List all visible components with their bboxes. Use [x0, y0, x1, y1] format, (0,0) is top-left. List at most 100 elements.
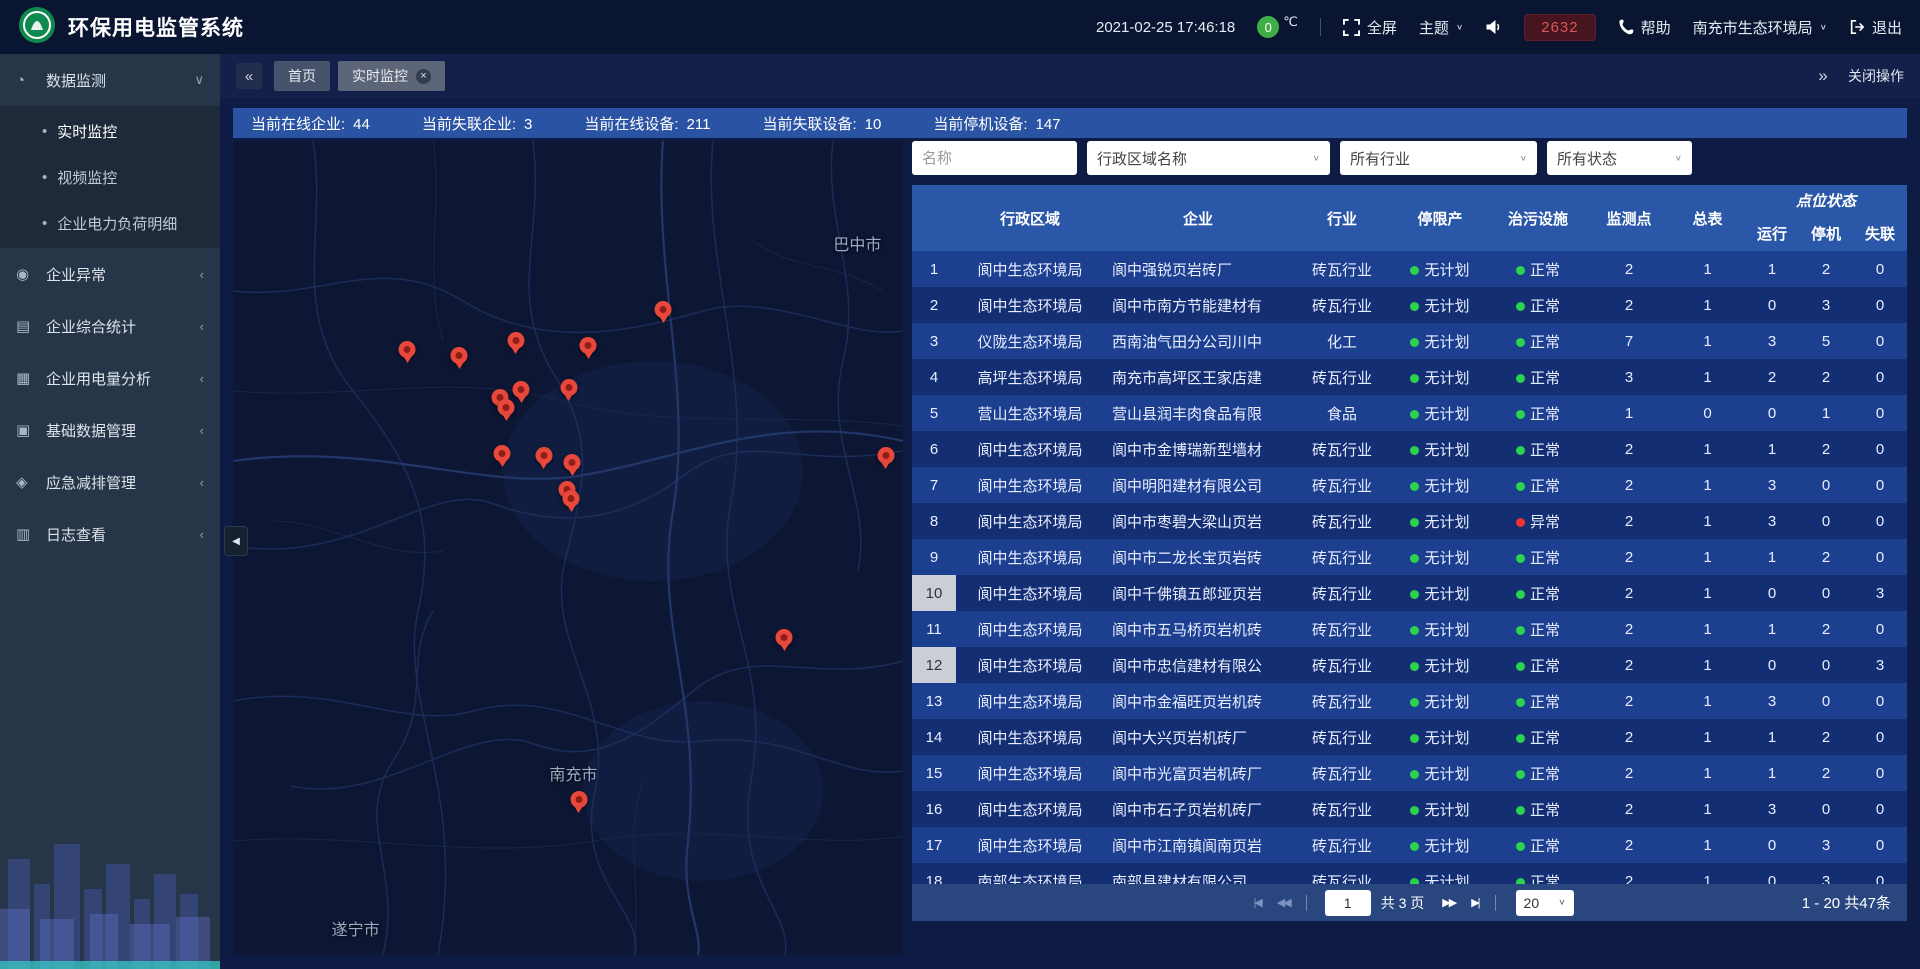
- map-pin[interactable]: [535, 447, 552, 464]
- table-row[interactable]: 14阆中生态环境局阆中大兴页岩机砖厂砖瓦行业无计划正常21120: [912, 719, 1907, 755]
- table-row[interactable]: 3仪陇生态环境局西南油气田分公司川中化工无计划正常71350: [912, 323, 1907, 359]
- org-label: 南充市生态环境局: [1693, 17, 1813, 38]
- row-index: 10: [912, 575, 956, 611]
- page-size-value: 20: [1524, 895, 1540, 911]
- map[interactable]: 巴中市南充市遂宁市: [233, 141, 903, 955]
- pollution-facility-cell: 正常: [1488, 611, 1588, 647]
- table-row[interactable]: 4高坪生态环境局南充市高坪区王家店建砖瓦行业无计划正常31220: [912, 359, 1907, 395]
- range-label: 1 - 20 共47条: [1802, 892, 1891, 913]
- company-cell: 阆中市金福旺页岩机砖: [1104, 683, 1292, 719]
- map-pin[interactable]: [451, 347, 468, 364]
- close-operations-button[interactable]: 关闭操作: [1848, 66, 1904, 86]
- sidebar-item[interactable]: ▤企业综合统计‹: [0, 300, 220, 352]
- table-row[interactable]: 15阆中生态环境局阆中市光富页岩机砖厂砖瓦行业无计划正常21120: [912, 755, 1907, 791]
- sidebar-subitem[interactable]: •实时监控: [0, 108, 220, 154]
- monitor-points-cell: 2: [1588, 719, 1670, 755]
- logout-button[interactable]: 退出: [1849, 17, 1902, 38]
- help-button[interactable]: 帮助: [1618, 17, 1671, 38]
- table-row[interactable]: 2阆中生态环境局阆中市南方节能建材有砖瓦行业无计划正常21030: [912, 287, 1907, 323]
- map-pin[interactable]: [507, 332, 524, 349]
- name-filter-input[interactable]: [912, 141, 1077, 175]
- map-pin[interactable]: [513, 381, 530, 398]
- tabs-scroll-right-icon[interactable]: »: [1810, 63, 1836, 89]
- table-row[interactable]: 6阆中生态环境局阆中市金博瑞新型墙材砖瓦行业无计划正常21120: [912, 431, 1907, 467]
- row-index: 9: [912, 539, 956, 575]
- pollution-facility-cell: 正常: [1488, 827, 1588, 863]
- sidebar-subitem[interactable]: •企业电力负荷明细: [0, 200, 220, 246]
- stopped-cell: 0: [1799, 575, 1853, 611]
- tab[interactable]: 首页: [274, 61, 330, 91]
- map-pin[interactable]: [563, 490, 580, 507]
- map-collapse-button[interactable]: ◀: [224, 526, 248, 556]
- map-pin[interactable]: [580, 337, 597, 354]
- first-page-icon[interactable]: |◀: [1253, 896, 1260, 909]
- map-pin[interactable]: [560, 379, 577, 396]
- running-cell: 0: [1745, 863, 1799, 884]
- company-cell: 阆中市光富页岩机砖厂: [1104, 755, 1292, 791]
- region-filter-value: 行政区域名称: [1097, 148, 1187, 169]
- sidebar-subitem-label: 企业电力负荷明细: [57, 213, 177, 234]
- next-page-icon[interactable]: ▶▶: [1442, 896, 1455, 909]
- sidebar-item[interactable]: ◈应急减排管理‹: [0, 456, 220, 508]
- speaker-button[interactable]: [1485, 19, 1502, 35]
- table-row[interactable]: 10阆中生态环境局阆中千佛镇五郎垭页岩砖瓦行业无计划正常21003: [912, 575, 1907, 611]
- table-row[interactable]: 12阆中生态环境局阆中市忠信建材有限公砖瓦行业无计划正常21003: [912, 647, 1907, 683]
- sidebar-item[interactable]: ◉企业异常‹: [0, 248, 220, 300]
- region-filter-select[interactable]: 行政区域名称 ∨: [1087, 141, 1330, 175]
- table-row[interactable]: 7阆中生态环境局阆中明阳建材有限公司砖瓦行业无计划正常21300: [912, 467, 1907, 503]
- status-ok-dot: [1516, 482, 1525, 491]
- stat-item: 当前失联企业:3: [422, 113, 533, 134]
- table-row[interactable]: 5营山生态环境局营山县润丰肉食品有限食品无计划正常10010: [912, 395, 1907, 431]
- table-row[interactable]: 13阆中生态环境局阆中市金福旺页岩机砖砖瓦行业无计划正常21300: [912, 683, 1907, 719]
- tabs-scroll-left-icon[interactable]: «: [236, 63, 262, 89]
- page-number-input[interactable]: [1325, 890, 1371, 916]
- region-cell: 南部生态环境局: [956, 863, 1104, 884]
- production-limit-cell: 无计划: [1392, 467, 1488, 503]
- industry-cell: 砖瓦行业: [1292, 467, 1392, 503]
- last-page-icon[interactable]: ▶|: [1471, 896, 1478, 909]
- total-meter-cell: 1: [1670, 431, 1745, 467]
- pollution-facility-cell: 正常: [1488, 287, 1588, 323]
- sidebar-item[interactable]: ◔数据监测∨: [0, 54, 220, 106]
- map-pin[interactable]: [564, 454, 581, 471]
- map-pin[interactable]: [498, 399, 515, 416]
- pollution-facility-cell: 正常: [1488, 791, 1588, 827]
- stats-bar: 当前在线企业:44当前失联企业:3当前在线设备:211当前失联设备:10当前停机…: [233, 108, 1907, 138]
- table-row[interactable]: 18南部生态环境局南部县建材有限公司砖瓦行业无计划正常21030: [912, 863, 1907, 884]
- total-meter-cell: 1: [1670, 359, 1745, 395]
- sidebar-item[interactable]: ▥日志查看‹: [0, 508, 220, 560]
- tab-close-icon[interactable]: ×: [416, 69, 431, 84]
- map-pin[interactable]: [494, 445, 511, 462]
- industry-cell: 砖瓦行业: [1292, 287, 1392, 323]
- theme-dropdown[interactable]: 主题 ∨: [1419, 17, 1463, 38]
- table-row[interactable]: 9阆中生态环境局阆中市二龙长宝页岩砖砖瓦行业无计划正常21120: [912, 539, 1907, 575]
- stat-label: 当前在线企业:: [251, 116, 345, 133]
- industry-cell: 砖瓦行业: [1292, 611, 1392, 647]
- table-row[interactable]: 17阆中生态环境局阆中市江南镇阆南页岩砖瓦行业无计划正常21030: [912, 827, 1907, 863]
- map-pin[interactable]: [655, 301, 672, 318]
- tab[interactable]: 实时监控×: [338, 61, 445, 91]
- sidebar-item[interactable]: ▦企业用电量分析‹: [0, 352, 220, 404]
- pagination: |◀ ◀◀ 共 3 页 ▶▶ ▶| 20 ∨ 1 - 20 共47条: [912, 884, 1907, 921]
- table-row[interactable]: 11阆中生态环境局阆中市五马桥页岩机砖砖瓦行业无计划正常21120: [912, 611, 1907, 647]
- industry-filter-select[interactable]: 所有行业 ∨: [1340, 141, 1537, 175]
- production-limit-cell: 无计划: [1392, 755, 1488, 791]
- map-pin[interactable]: [776, 629, 793, 646]
- chevron-down-icon: ∨: [1456, 23, 1463, 32]
- page-size-select[interactable]: 20 ∨: [1516, 890, 1574, 916]
- alarm-count-badge[interactable]: 2632: [1524, 14, 1595, 41]
- total-meter-cell: 1: [1670, 323, 1745, 359]
- sidebar-subitem[interactable]: •视频监控: [0, 154, 220, 200]
- industry-cell: 砖瓦行业: [1292, 539, 1392, 575]
- map-pin[interactable]: [570, 791, 587, 808]
- map-pin[interactable]: [877, 447, 894, 464]
- table-row[interactable]: 16阆中生态环境局阆中市石子页岩机砖厂砖瓦行业无计划正常21300: [912, 791, 1907, 827]
- prev-page-icon[interactable]: ◀◀: [1277, 896, 1290, 909]
- table-row[interactable]: 8阆中生态环境局阆中市枣碧大梁山页岩砖瓦行业无计划异常21300: [912, 503, 1907, 539]
- org-dropdown[interactable]: 南充市生态环境局 ∨: [1693, 17, 1827, 38]
- status-filter-select[interactable]: 所有状态 ∨: [1547, 141, 1692, 175]
- fullscreen-button[interactable]: 全屏: [1343, 17, 1397, 38]
- table-row[interactable]: 1阆中生态环境局阆中强锐页岩砖厂砖瓦行业无计划正常21120: [912, 251, 1907, 287]
- sidebar-item[interactable]: ▣基础数据管理‹: [0, 404, 220, 456]
- map-pin[interactable]: [399, 341, 416, 358]
